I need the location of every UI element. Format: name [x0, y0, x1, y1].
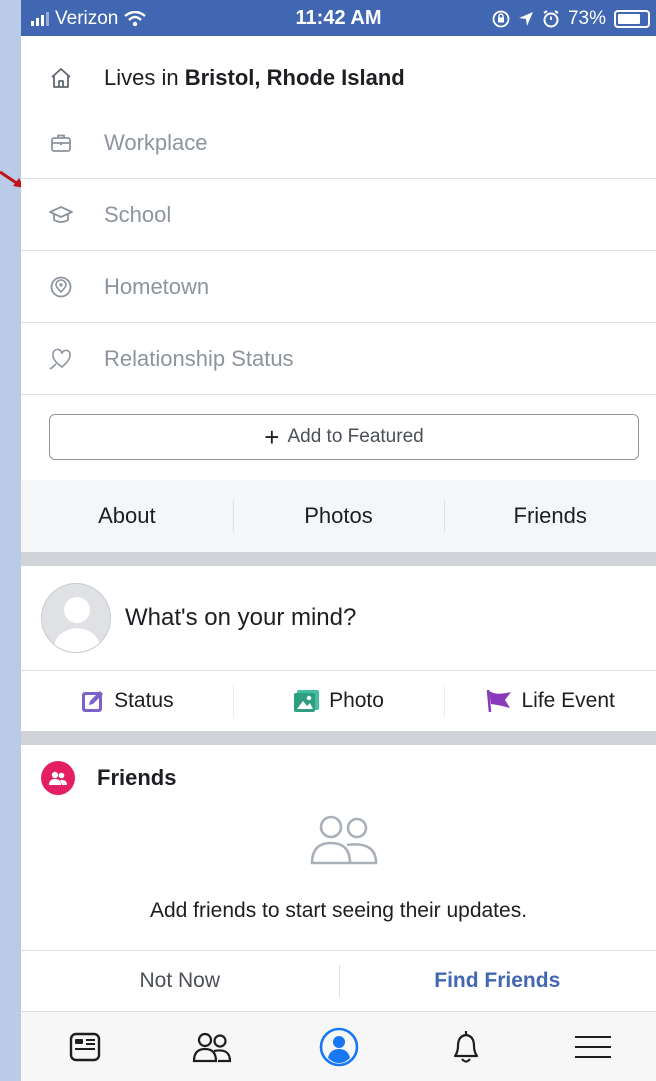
- photo-button[interactable]: Photo: [232, 671, 445, 731]
- not-now-button[interactable]: Not Now: [21, 951, 339, 1010]
- edit-status-icon: [82, 691, 104, 712]
- friends-icon: [192, 1032, 231, 1062]
- tab-about[interactable]: About: [21, 480, 233, 552]
- life-event-label: Life Event: [521, 689, 615, 712]
- tab-notifications[interactable]: [402, 1012, 529, 1081]
- phone-screen: Verizon 11:42 AM 73% Lives in Bristol, R…: [21, 0, 656, 1081]
- divider: [21, 394, 656, 395]
- tab-photos[interactable]: Photos: [232, 480, 445, 552]
- add-to-featured-label: Add to Featured: [287, 426, 424, 447]
- friends-badge-icon: [41, 761, 75, 795]
- tab-friends[interactable]: Friends: [444, 480, 656, 552]
- add-to-featured-button[interactable]: + Add to Featured: [49, 414, 639, 460]
- status-label: Status: [114, 689, 174, 712]
- profile-tabs: About Photos Friends: [21, 480, 656, 552]
- post-composer[interactable]: What's on your mind?: [21, 566, 656, 670]
- friends-card: Friends Add friends to start seeing thei…: [21, 745, 656, 1010]
- lives-in-text: Lives in Bristol, Rhode Island: [104, 65, 405, 91]
- life-event-button[interactable]: Life Event: [444, 671, 656, 731]
- flag-icon: [487, 689, 512, 713]
- briefcase-icon: [47, 129, 75, 157]
- friends-card-message: Add friends to start seeing their update…: [149, 899, 528, 922]
- news-feed-icon: [69, 1032, 100, 1061]
- lives-in-prefix: Lives in: [104, 65, 179, 90]
- intro-workplace[interactable]: Workplace: [21, 107, 656, 179]
- orientation-lock-icon: [492, 10, 510, 28]
- plus-icon: +: [264, 422, 280, 452]
- friends-outline-icon: [310, 815, 378, 865]
- menu-icon: [574, 1035, 611, 1058]
- school-label: School: [104, 202, 172, 227]
- friends-card-actions: Not Now Find Friends: [21, 950, 656, 1010]
- composer-actions: Status Photo Life Event: [21, 671, 656, 731]
- intro-lives-in[interactable]: Lives in Bristol, Rhode Island: [21, 42, 656, 114]
- battery-percent: 73%: [567, 8, 606, 29]
- lives-in-place[interactable]: Bristol, Rhode Island: [185, 65, 405, 90]
- section-separator: [21, 552, 656, 566]
- photo-icon: [294, 690, 320, 712]
- hometown-label: Hometown: [104, 274, 210, 299]
- status-button[interactable]: Status: [21, 671, 233, 731]
- find-friends-button[interactable]: Find Friends: [338, 951, 656, 1010]
- heart-icon: [47, 345, 75, 373]
- bottom-tab-bar: [21, 1011, 656, 1081]
- status-right-group: 73%: [492, 8, 650, 30]
- left-margin: [0, 0, 21, 1081]
- location-icon: [518, 12, 533, 26]
- section-separator: [21, 731, 656, 745]
- default-avatar-icon: [52, 597, 102, 652]
- intro-hometown[interactable]: Hometown: [21, 251, 656, 323]
- friends-card-title: Friends: [97, 765, 177, 790]
- profile-icon: [319, 1027, 358, 1066]
- tab-friends-nav[interactable]: [148, 1012, 275, 1081]
- alarm-icon: [543, 10, 559, 28]
- composer-prompt[interactable]: What's on your mind?: [125, 604, 356, 632]
- battery-icon: [614, 10, 650, 28]
- notifications-icon: [453, 1030, 478, 1063]
- relationship-label: Relationship Status: [104, 346, 294, 371]
- tab-news-feed[interactable]: [21, 1012, 148, 1081]
- photo-label: Photo: [329, 689, 384, 712]
- location-pin-icon: [47, 273, 75, 301]
- workplace-label: Workplace: [104, 130, 208, 155]
- friends-card-header: Friends: [41, 761, 176, 795]
- status-bar: Verizon 11:42 AM 73%: [21, 0, 656, 36]
- graduation-cap-icon: [47, 201, 75, 229]
- home-icon: [47, 64, 75, 92]
- intro-relationship[interactable]: Relationship Status: [21, 323, 656, 395]
- tab-profile[interactable]: [275, 1012, 402, 1081]
- avatar[interactable]: [41, 583, 111, 653]
- tab-menu[interactable]: [529, 1012, 656, 1081]
- intro-school[interactable]: School: [21, 179, 656, 251]
